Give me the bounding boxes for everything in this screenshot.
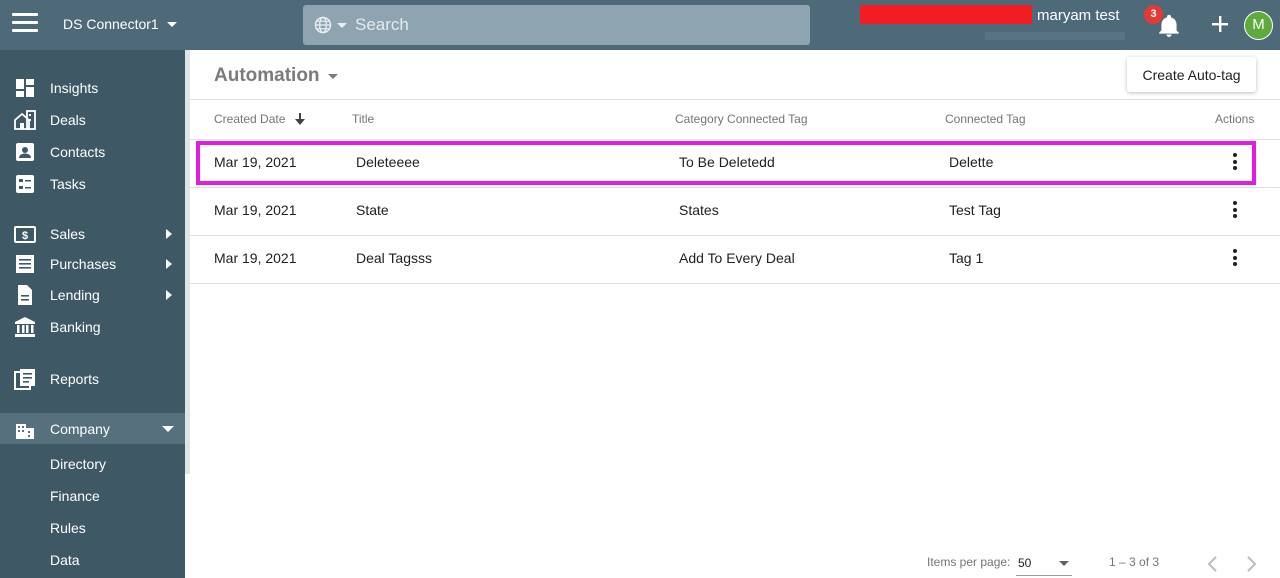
workspace-name: DS Connector1 [63,16,159,32]
column-header-connected-tag[interactable]: Connected Tag [945,112,1026,126]
cell-created-date: Mar 19, 2021 [214,250,297,266]
cell-connected-tag: Delette [949,154,994,170]
table-row[interactable]: Mar 19, 2021 Deleteeee To Be Deletedd De… [190,139,1280,187]
globe-icon[interactable] [313,15,333,35]
sidebar-item-label: Deals [50,112,86,128]
chevron-right-icon [166,259,172,269]
table-row[interactable]: Mar 19, 2021 State States Test Tag [190,187,1280,235]
reports-icon [14,369,35,390]
sidebar-item-label: Sales [50,226,86,242]
sidebar-item-label: Banking [50,319,101,335]
divider [190,99,1280,100]
create-auto-tag-button[interactable]: Create Auto-tag [1127,57,1256,92]
sidebar-subitem-label: Directory [50,456,107,472]
sidebar-item-deals[interactable]: Deals [0,105,185,135]
sidebar-subitem-rules[interactable]: Rules [0,514,185,542]
chevron-right-icon [166,229,172,239]
column-header-label: Created Date [214,112,286,126]
main-content: Automation Create Auto-tag Created Date … [190,50,1280,578]
avatar[interactable]: M [1244,11,1273,40]
deals-icon [14,110,36,130]
column-header-title[interactable]: Title [352,112,374,126]
cell-category-connected-tag: To Be Deletedd [679,154,775,170]
more-vert-icon[interactable] [1230,201,1240,221]
sidebar: Insights Deals Contacts Tasks $ Sales Pu… [0,50,185,578]
top-bar: DS Connector1 maryam test 3 M [0,0,1280,50]
sidebar-item-label: Tasks [50,176,86,192]
search-input[interactable] [355,15,755,35]
cell-title: Deal Tagsss [356,250,433,266]
sidebar-item-tasks[interactable]: Tasks [0,169,185,199]
sidebar-subitem-finance[interactable]: Finance [0,482,185,510]
divider [190,283,1280,284]
sidebar-item-purchases[interactable]: Purchases [0,249,185,279]
sidebar-item-reports[interactable]: Reports [0,364,185,394]
svg-text:$: $ [22,230,28,242]
chevron-down-icon [166,21,177,27]
chevron-down-icon [327,73,338,79]
chevron-down-icon [1059,561,1069,566]
items-per-page-select[interactable]: 50 [1016,552,1072,576]
cell-title: State [356,202,389,218]
chevron-down-icon[interactable] [337,22,347,28]
sidebar-item-label: Reports [50,371,100,387]
notification-badge: 3 [1144,5,1163,24]
redacted-text [860,5,1032,24]
sidebar-item-label: Contacts [50,144,106,160]
tasks-icon [16,175,34,193]
sidebar-item-contacts[interactable]: Contacts [0,137,185,167]
cell-title: Deleteeee [356,154,420,170]
plus-icon[interactable] [1210,14,1230,34]
sidebar-item-lending[interactable]: Lending [0,280,185,310]
page-title[interactable]: Automation [214,65,338,87]
sidebar-item-label: Purchases [50,256,117,272]
more-vert-icon[interactable] [1230,249,1240,269]
sidebar-item-label: Insights [50,80,99,96]
table-row[interactable]: Mar 19, 2021 Deal Tagsss Add To Every De… [190,235,1280,283]
chevron-right-icon [166,290,172,300]
more-vert-icon[interactable] [1230,153,1240,173]
bank-icon [15,317,35,337]
sidebar-subitem-data[interactable]: Data [0,546,185,574]
items-per-page-label: Items per page: [927,555,1011,569]
cell-category-connected-tag: States [679,202,719,218]
sidebar-subitem-label: Rules [50,520,86,536]
chevron-down-icon [162,425,174,432]
arrow-down-icon [294,113,305,125]
document-icon [18,285,32,305]
contacts-icon [16,143,34,161]
cell-category-connected-tag: Add To Every Deal [679,250,795,266]
sidebar-item-banking[interactable]: Banking [0,312,185,342]
cell-connected-tag: Tag 1 [949,250,984,266]
sidebar-item-company[interactable]: Company [0,413,185,444]
column-header-category-connected-tag[interactable]: Category Connected Tag [675,112,808,126]
redacted-subtext [985,32,1125,40]
list-icon [16,255,34,273]
column-header-actions: Actions [1215,112,1255,126]
chevron-right-icon[interactable] [1241,552,1261,576]
dashboard-icon [16,79,34,97]
sidebar-item-label: Company [50,420,110,437]
dollar-icon: $ [14,226,36,243]
cell-created-date: Mar 19, 2021 [214,202,297,218]
workspace-selector[interactable]: DS Connector1 [63,16,177,32]
sidebar-item-label: Lending [50,287,100,303]
items-per-page-value: 50 [1018,556,1032,570]
sidebar-subitem-label: Data [50,552,80,568]
cell-connected-tag: Test Tag [949,202,1001,218]
sidebar-subitem-directory[interactable]: Directory [0,450,185,478]
search-bar[interactable] [303,5,810,45]
column-header-created-date[interactable]: Created Date [214,112,305,126]
sidebar-item-sales[interactable]: $ Sales [0,219,185,249]
page-title-text: Automation [214,65,320,86]
chevron-left-icon[interactable] [1203,552,1223,576]
pagination-range: 1 – 3 of 3 [1109,555,1160,569]
menu-icon[interactable] [12,13,38,35]
cell-created-date: Mar 19, 2021 [214,154,297,170]
user-name[interactable]: maryam test [1037,7,1120,24]
sidebar-item-insights[interactable]: Insights [0,73,185,103]
building-icon [16,423,34,439]
sidebar-subitem-label: Finance [50,488,100,504]
